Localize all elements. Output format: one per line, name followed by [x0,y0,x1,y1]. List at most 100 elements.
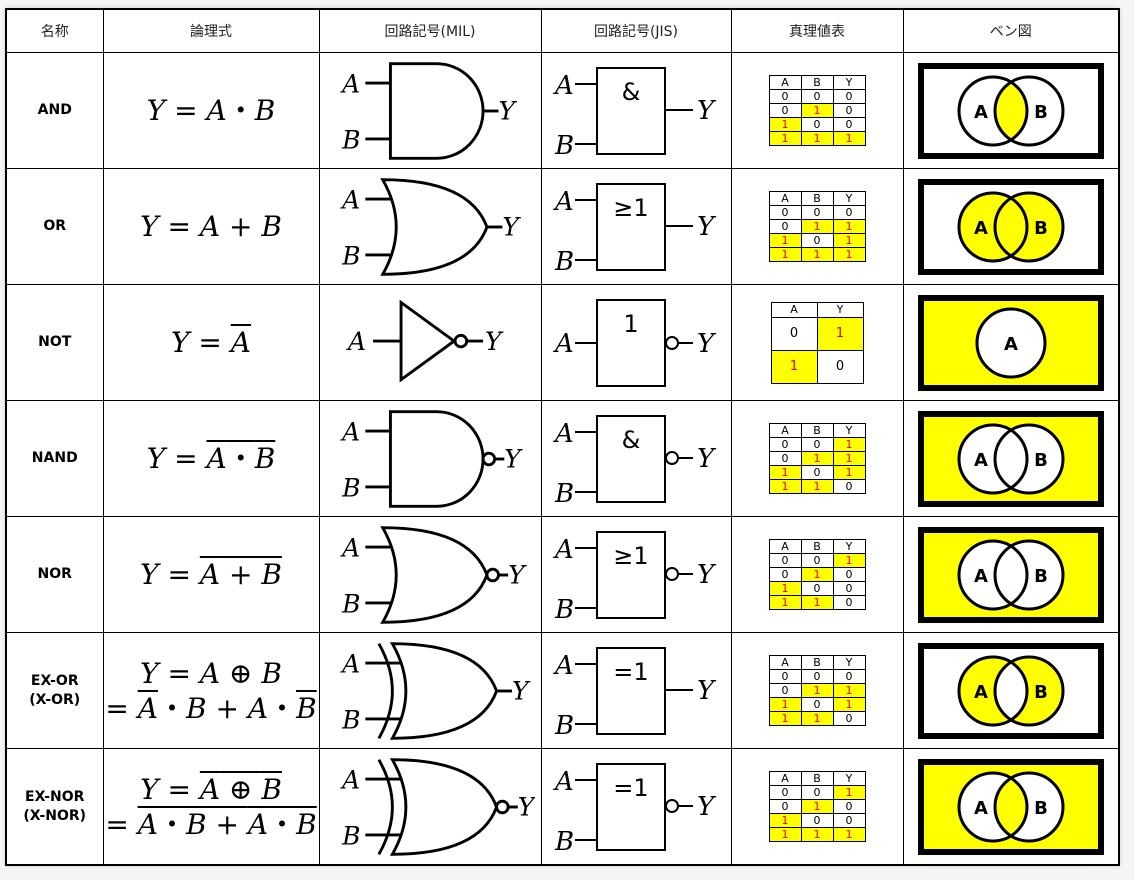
truth-table-cell-value: 1 [768,827,802,842]
or-venn-diagram: AB [917,178,1104,275]
xnor-gate-mil-symbol: AB Y [340,757,535,856]
nor-venn-diagram: AB [917,526,1104,623]
truth-table-cell-value: 0 [832,479,866,494]
truth-table-cell-value: 1 [800,247,834,262]
truth-table-cell-value: 1 [800,711,834,726]
svg-text:A: A [974,682,988,703]
truth-table: ABY001010100111 [768,771,866,842]
svg-text:A: A [553,71,574,101]
truth-table-cell-value: 1 [832,465,866,480]
header-name: 名称 [5,8,104,53]
truth-table-cell-value: 1 [832,131,866,146]
truth-table-header: B [800,539,834,554]
truth-table-cell-value: 0 [768,785,802,800]
truth-table-header: B [800,191,834,206]
svg-text:A: A [340,417,360,446]
truth-table-cell-value: 0 [800,697,834,712]
truth-table-cell-value: 1 [768,595,802,610]
svg-text:A: A [974,450,988,471]
jis-symbol-cell: & A B Y [540,400,732,517]
jis-symbol-cell: =1 A B Y [540,748,732,866]
svg-text:A: A [340,533,360,562]
truth-table-cell-value: 0 [768,103,802,118]
gate-row: NOT Y = AAY1AYAY0110A [5,284,1120,401]
truth-table-header: A [768,539,802,554]
svg-text:A: A [340,765,360,794]
logic-expression: Y = A ⊕ B = A・B + A・B [102,632,320,749]
svg-text:B: B [554,247,574,277]
truth-table-header: A [768,191,802,206]
truth-table-cell-value: 0 [768,567,802,582]
svg-text:A: A [340,649,360,678]
truth-table-cell-value: 0 [832,567,866,582]
truth-table-cell-value: 0 [832,669,866,684]
gate-row: OR Y = A + B A B Y ≥1 A B Y A B Y 0 0 0 0 1 1 1 0 1 1 1 1 A B [5,168,1120,285]
svg-text:A: A [340,69,360,98]
logic-expression: Y = A ⊕ B = A・B + A・B [102,748,320,866]
svg-text:B: B [1034,450,1048,471]
truth-table-header: Y [832,539,866,554]
jis-symbol-cell: ≥1 A B Y [540,516,732,633]
truth-table-cell-value: 0 [800,813,834,828]
xnor-gate-jis-symbol: =1 AB Y [553,762,717,857]
svg-text:B: B [1034,798,1048,819]
truth-table-cell-value: 0 [768,799,802,814]
truth-table-cell-value: 0 [770,316,818,351]
truth-table-cell: ABY000010100111 [730,52,904,169]
truth-table-cell-value: 1 [768,581,802,596]
gate-name: EX-OR (X-OR) [5,632,104,749]
svg-text:Y: Y [697,96,717,126]
truth-table-cell: ABY000011101110 [730,632,904,749]
truth-table-cell-value: 1 [832,683,866,698]
truth-table-header: B [800,75,834,90]
jis-function-symbol: =1 [613,774,648,802]
header-venn: ベン図 [902,8,1120,53]
truth-table-cell-value: 1 [832,247,866,262]
venn-cell: AB [902,400,1120,517]
truth-table-header: A [768,75,802,90]
truth-table-cell-value: 1 [768,479,802,494]
truth-table: ABY001010100110 [768,539,866,610]
truth-table-cell-value: 1 [832,697,866,712]
logic-expression: Y = A + B [102,168,320,285]
truth-table-cell-value: 1 [800,131,834,146]
truth-table-cell-value: 1 [800,799,834,814]
truth-table-header: Y [832,655,866,670]
truth-table-cell: ABY001011101110 [730,400,904,517]
svg-text:A: A [974,102,988,123]
nand-gate-jis-symbol: & AB Y [553,414,717,509]
truth-table-header: B [800,423,834,438]
xor-venn-diagram: AB [917,642,1104,739]
truth-table-cell-value: 1 [800,479,834,494]
truth-table-header: B [800,655,834,670]
truth-table: ABY001011101110 [768,423,866,494]
svg-text:B: B [1034,102,1048,123]
svg-text:B: B [341,241,360,270]
truth-table: ABY000011101111 [768,191,866,262]
svg-text:B: B [341,821,360,850]
truth-table-cell: AY0110 [730,284,904,401]
truth-table-cell-value: 1 [832,553,866,568]
truth-table-cell-value: 0 [768,437,802,452]
truth-table-cell-value: 0 [768,553,802,568]
truth-table-cell-value: 0 [800,437,834,452]
truth-table-cell-value: 1 [800,451,834,466]
svg-text:Y: Y [499,96,518,125]
gate-name: NAND [5,400,104,517]
truth-table-cell-value: 1 [800,827,834,842]
xor-gate-mil-symbol: AB Y [340,641,531,740]
truth-table-cell-value: 1 [768,711,802,726]
or-gate-mil-symbol: AB Y [340,177,521,276]
truth-table-cell-value: 1 [768,131,802,146]
gate-row: EX-OR (X-OR) Y = A ⊕ B = A・B + A・B A B Y =1 A B Y… [5,632,1120,749]
svg-text:B: B [1034,682,1048,703]
truth-table-header: A [768,423,802,438]
svg-text:B: B [554,131,574,161]
jis-function-symbol: 1 [623,310,638,338]
svg-text:B: B [554,479,574,509]
truth-table-cell-value: 1 [832,827,866,842]
xnor-venn-diagram: AB [917,758,1104,855]
svg-text:A: A [346,326,366,355]
truth-table-cell-value: 0 [832,595,866,610]
svg-text:A: A [340,185,360,214]
